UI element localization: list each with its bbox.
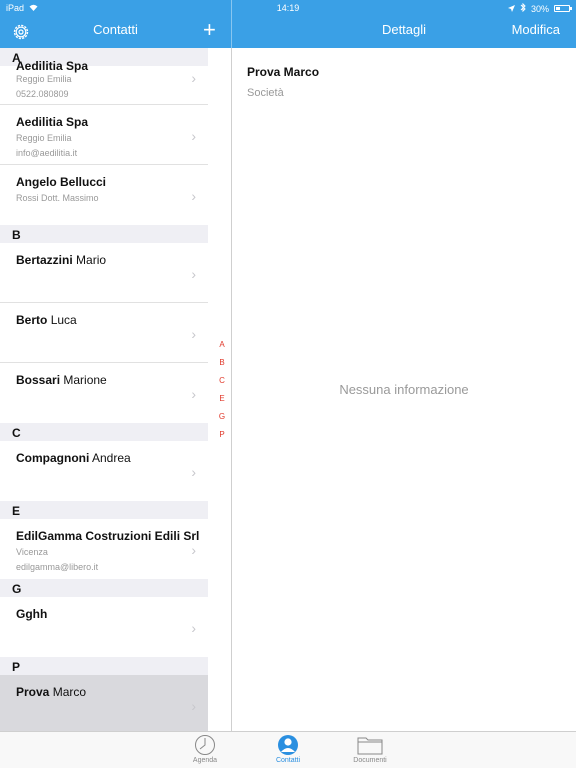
contact-name: Aedilitia Spa	[16, 115, 89, 129]
contact-row[interactable]: Berto Luca ›	[0, 303, 208, 363]
detail-company-label: Società	[247, 87, 284, 99]
chevron-right-icon: ›	[191, 620, 196, 636]
tab-contacts[interactable]: Contatti	[253, 734, 323, 764]
index-letter[interactable]: G	[216, 412, 228, 430]
contact-email: info@aedilitia.it	[16, 148, 78, 158]
section-header-g: G	[0, 579, 208, 597]
battery-icon	[554, 5, 572, 12]
index-letter[interactable]: A	[216, 340, 228, 358]
section-header-e: E	[0, 501, 208, 519]
contact-row[interactable]: EdilGamma Costruzioni Edili Srl Vicenza …	[0, 519, 208, 579]
edit-button[interactable]: Modifica	[512, 22, 560, 37]
person-icon	[253, 734, 323, 756]
contact-name: Berto Luca	[16, 313, 77, 327]
chevron-right-icon: ›	[191, 326, 196, 342]
tab-agenda[interactable]: Agenda	[170, 734, 240, 764]
contact-name: Bertazzini Mario	[16, 253, 107, 267]
chevron-right-icon: ›	[191, 464, 196, 480]
contact-name: Angelo Bellucci	[16, 175, 107, 189]
tab-label: Agenda	[192, 757, 218, 764]
detail-contact-name: Prova Marco	[247, 65, 320, 79]
contact-name: Prova Marco	[16, 685, 87, 699]
contact-name: Gghh	[16, 607, 48, 621]
folder-icon	[335, 734, 405, 756]
section-header-p: P	[0, 657, 208, 675]
contact-row-selected[interactable]: Prova Marco ›	[0, 675, 208, 731]
contact-company: Rossi Dott. Massimo	[16, 193, 99, 203]
contact-name: EdilGamma Costruzioni Edili Srl	[16, 529, 200, 543]
status-bar: iPad 14:19 30%	[0, 0, 576, 16]
contact-name: Bossari Marione	[16, 373, 107, 387]
index-letter[interactable]: P	[216, 430, 228, 448]
location-icon	[507, 4, 515, 14]
contact-name: Compagnoni Andrea	[16, 451, 131, 465]
chevron-right-icon: ›	[191, 698, 196, 714]
section-header-b: B	[0, 225, 208, 243]
chevron-right-icon: ›	[191, 266, 196, 282]
contact-phone: 0522.080809	[16, 89, 69, 99]
contacts-list[interactable]: A Aedilitia Spa Reggio Emilia 0522.08080…	[0, 48, 231, 731]
chevron-right-icon: ›	[191, 188, 196, 204]
bluetooth-icon	[520, 2, 526, 14]
chevron-right-icon: ›	[191, 128, 196, 144]
status-time: 14:19	[276, 3, 300, 13]
tab-documents[interactable]: Documenti	[335, 734, 405, 764]
contact-row[interactable]: Gghh ›	[0, 597, 208, 657]
contact-row[interactable]: Aedilitia Spa Reggio Emilia 0522.080809 …	[0, 59, 208, 105]
tab-label: Documenti	[353, 757, 387, 764]
section-header-c: C	[0, 423, 208, 441]
alphabet-index[interactable]: A B C E G P	[216, 340, 228, 448]
contact-row[interactable]: Bossari Marione ›	[0, 363, 208, 423]
contacts-title: Contatti	[93, 22, 138, 37]
clock-icon	[170, 734, 240, 756]
index-letter[interactable]: C	[216, 376, 228, 394]
contact-city: Reggio Emilia	[16, 133, 72, 143]
contact-row[interactable]: Compagnoni Andrea ›	[0, 441, 208, 501]
tab-bar: Agenda Contatti Documenti	[0, 731, 576, 768]
tab-label: Contatti	[275, 757, 301, 764]
empty-state-message: Nessuna informazione	[339, 382, 469, 397]
chevron-right-icon: ›	[191, 70, 196, 86]
chevron-right-icon: ›	[191, 386, 196, 402]
index-letter[interactable]: E	[216, 394, 228, 412]
contact-city: Reggio Emilia	[16, 74, 72, 84]
battery-percent: 30%	[530, 3, 549, 14]
contact-city: Vicenza	[16, 547, 48, 557]
index-letter[interactable]: B	[216, 358, 228, 376]
contact-row[interactable]: Bertazzini Mario ›	[0, 243, 208, 303]
navigation-bar: iPad 14:19 30% Contatti + Dettagli Modif…	[0, 0, 576, 48]
contact-row[interactable]: Aedilitia Spa Reggio Emilia info@aedilit…	[0, 105, 208, 165]
add-contact-button[interactable]: +	[203, 19, 216, 41]
contact-row[interactable]: Angelo Bellucci Rossi Dott. Massimo ›	[0, 165, 208, 225]
contact-name: Aedilitia Spa	[16, 59, 89, 73]
chevron-right-icon: ›	[191, 542, 196, 558]
contact-email: edilgamma@libero.it	[16, 562, 99, 572]
